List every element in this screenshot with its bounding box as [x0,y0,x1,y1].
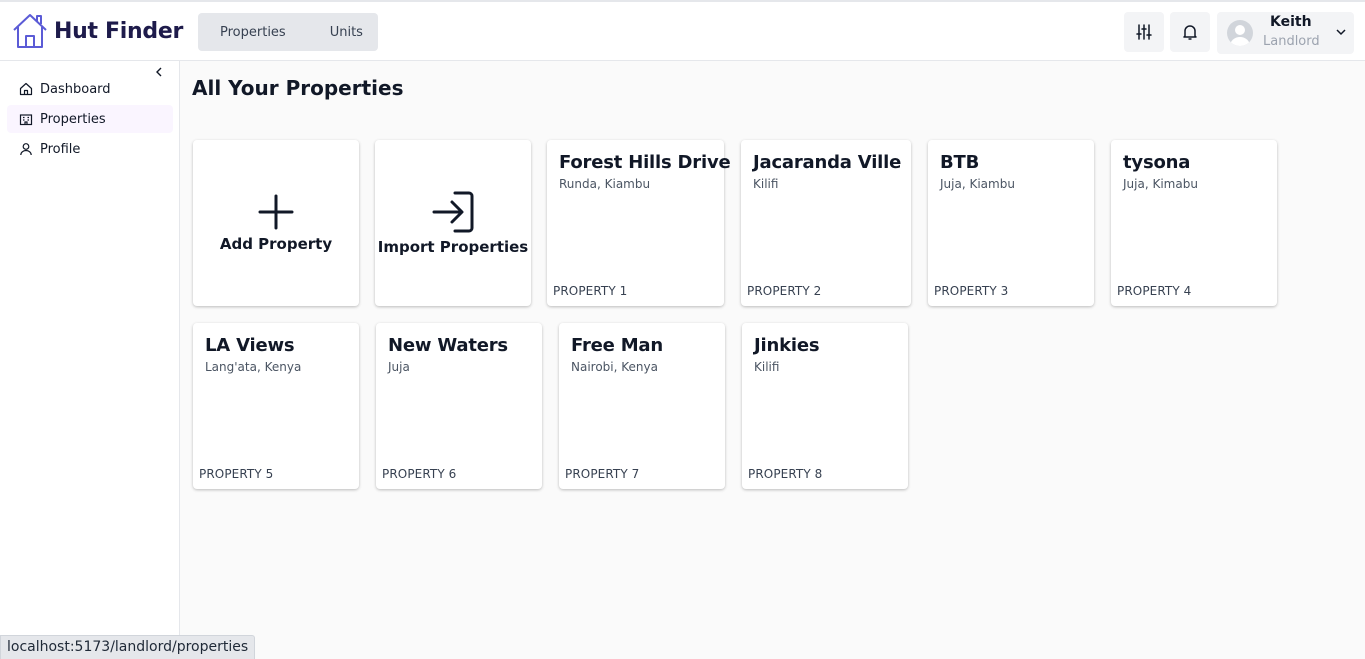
notifications-button[interactable] [1170,12,1210,52]
import-properties-card[interactable]: Import Properties [375,140,531,306]
plus-icon [258,194,294,230]
sidebar-item-dashboard[interactable]: Dashboard [7,75,173,103]
add-property-card[interactable]: Add Property [193,140,359,306]
property-tag: PROPERTY 7 [565,467,640,481]
user-icon [20,143,32,156]
sidebar-item-profile[interactable]: Profile [7,135,173,163]
property-name: Forest Hills Drive [559,152,731,173]
sliders-icon [1136,24,1152,40]
property-card[interactable]: Free Man Nairobi, Kenya PROPERTY 7 [559,323,725,489]
page-title: All Your Properties [192,76,404,100]
property-card[interactable]: LA Views Lang'ata, Kenya PROPERTY 5 [193,323,359,489]
import-properties-label: Import Properties [377,238,529,256]
property-card[interactable]: Jinkies Kilifi PROPERTY 8 [742,323,908,489]
property-location: Nairobi, Kenya [571,360,658,374]
property-location: Juja [388,360,410,374]
property-name: Jacaranda Ville [753,152,902,173]
property-tag: PROPERTY 3 [934,284,1009,298]
status-bar-url: localhost:5173/landlord/properties [0,635,256,659]
property-location: Juja, Kimabu [1123,177,1198,191]
bell-icon [1183,25,1197,40]
property-location: Juja, Kiambu [940,177,1015,191]
property-tag: PROPERTY 4 [1117,284,1192,298]
avatar [1227,20,1253,46]
user-role: Landlord [1263,34,1320,49]
app-title: Hut Finder [54,18,184,44]
property-card[interactable]: Jacaranda Ville Kilifi PROPERTY 2 [741,140,911,306]
avatar-icon [1230,25,1250,46]
property-name: Free Man [571,335,663,356]
sidebar-item-label: Properties [40,111,106,127]
property-name: LA Views [205,335,295,356]
sidebar-item-label: Profile [40,141,81,157]
property-tag: PROPERTY 8 [748,467,823,481]
property-name: New Waters [388,335,508,356]
home-icon [19,82,33,96]
property-location: Lang'ata, Kenya [205,360,302,374]
property-card[interactable]: Forest Hills Drive Runda, Kiambu PROPERT… [547,140,731,306]
app-logo[interactable]: Hut Finder [12,12,183,50]
user-name: Keith [1270,14,1312,30]
building-icon [19,114,33,126]
sidebar-item-properties[interactable]: Properties [7,105,173,133]
add-property-label: Add Property [219,235,333,253]
sidebar: Dashboard Properties Profile [0,61,180,659]
filters-button[interactable] [1124,12,1164,52]
property-tag: PROPERTY 6 [382,467,457,481]
property-location: Kilifi [753,177,779,191]
tab-properties[interactable]: Properties [198,25,286,40]
hut-logo-icon [13,14,47,48]
property-tag: PROPERTY 2 [747,284,822,298]
tab-units[interactable]: Units [286,25,363,40]
app-header: Hut Finder Properties Units Keith Landlo… [0,2,1365,61]
chevron-down-icon [1336,29,1346,36]
property-tag: PROPERTY 5 [199,467,274,481]
property-location: Runda, Kiambu [559,177,651,191]
property-card[interactable]: BTB Juja, Kiambu PROPERTY 3 [928,140,1094,306]
main-content: All Your Properties Add Property Import … [180,61,1365,659]
view-toggle: Properties Units [198,13,378,51]
property-card[interactable]: New Waters Juja PROPERTY 6 [376,323,542,489]
property-name: tysona [1123,152,1191,173]
user-menu[interactable]: Keith Landlord [1217,12,1354,54]
property-tag: PROPERTY 1 [553,284,628,298]
property-name: Jinkies [754,335,820,356]
property-location: Kilifi [754,360,780,374]
import-icon [432,191,474,233]
property-name: BTB [940,152,980,173]
property-card[interactable]: tysona Juja, Kimabu PROPERTY 4 [1111,140,1277,306]
sidebar-item-label: Dashboard [40,81,111,97]
